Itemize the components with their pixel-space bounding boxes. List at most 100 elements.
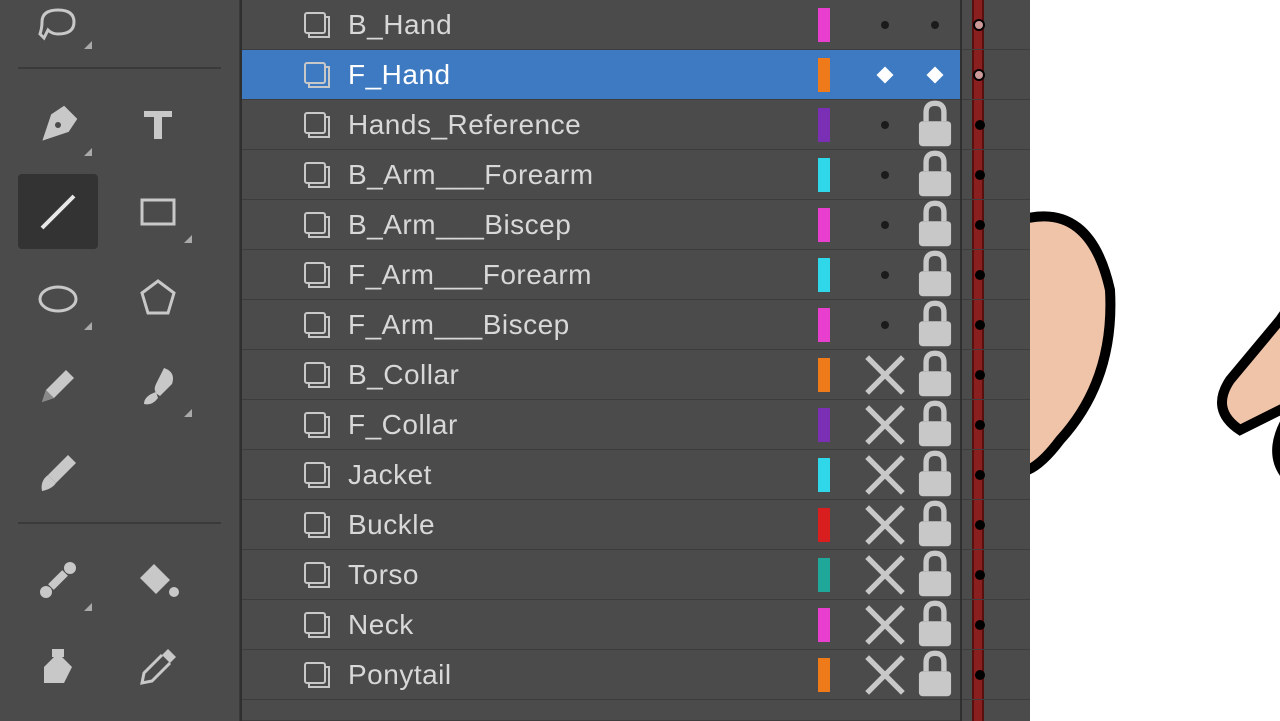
- layer-color-swatch[interactable]: [818, 658, 830, 692]
- paint-bucket-tool[interactable]: [118, 542, 198, 617]
- layer-row[interactable]: Buckle: [242, 500, 960, 550]
- layer-type-icon: [302, 260, 332, 290]
- layer-visibility-toggle[interactable]: [860, 150, 910, 200]
- layer-lock-toggle[interactable]: [910, 350, 960, 400]
- layer-visibility-toggle[interactable]: [860, 300, 910, 350]
- frame-cell[interactable]: [962, 250, 1030, 300]
- layer-color-swatch[interactable]: [818, 8, 830, 42]
- layer-row[interactable]: F_Collar: [242, 400, 960, 450]
- pen-tool[interactable]: [18, 87, 98, 162]
- layer-row[interactable]: B_Arm___Forearm: [242, 150, 960, 200]
- layer-lock-toggle[interactable]: [910, 250, 960, 300]
- frame-cell[interactable]: [962, 100, 1030, 150]
- layer-color-swatch[interactable]: [818, 308, 830, 342]
- frame-cell[interactable]: [962, 450, 1030, 500]
- layer-name-label: Ponytail: [348, 659, 818, 691]
- layer-color-swatch[interactable]: [818, 408, 830, 442]
- layer-lock-toggle[interactable]: [910, 550, 960, 600]
- frame-cell[interactable]: [962, 550, 1030, 600]
- text-tool[interactable]: [118, 87, 198, 162]
- frame-gutter: [960, 0, 1030, 721]
- layer-color-swatch[interactable]: [818, 608, 830, 642]
- layer-name-label: B_Arm___Forearm: [348, 159, 818, 191]
- bone-tool[interactable]: [18, 542, 98, 617]
- frame-cell[interactable]: [962, 50, 1030, 100]
- layer-row[interactable]: F_Arm___Biscep: [242, 300, 960, 350]
- layer-row[interactable]: Jacket: [242, 450, 960, 500]
- oval-tool[interactable]: [18, 261, 98, 336]
- frame-cell[interactable]: [962, 400, 1030, 450]
- frame-cell[interactable]: [962, 600, 1030, 650]
- layer-visibility-toggle[interactable]: [860, 250, 910, 300]
- layer-visibility-toggle[interactable]: [860, 500, 910, 550]
- layer-name-label: F_Collar: [348, 409, 818, 441]
- layer-color-swatch[interactable]: [818, 358, 830, 392]
- layer-lock-toggle[interactable]: [910, 600, 960, 650]
- layer-type-icon: [302, 360, 332, 390]
- layer-row[interactable]: Ponytail: [242, 650, 960, 700]
- layer-lock-toggle[interactable]: [910, 50, 960, 100]
- layer-color-swatch[interactable]: [818, 558, 830, 592]
- layer-list: B_HandF_HandHands_Reference B_Arm___Forea…: [242, 0, 960, 721]
- frame-cell[interactable]: [962, 500, 1030, 550]
- layer-lock-toggle[interactable]: [910, 650, 960, 700]
- layer-lock-toggle[interactable]: [910, 500, 960, 550]
- layer-lock-toggle[interactable]: [910, 200, 960, 250]
- layer-row[interactable]: F_Hand: [242, 50, 960, 100]
- frame-cell[interactable]: [962, 200, 1030, 250]
- brush-tool[interactable]: [118, 348, 198, 423]
- frame-cell[interactable]: [962, 650, 1030, 700]
- layer-lock-toggle[interactable]: [910, 300, 960, 350]
- layer-visibility-toggle[interactable]: [860, 200, 910, 250]
- layer-visibility-toggle[interactable]: [860, 550, 910, 600]
- layer-name-label: Neck: [348, 609, 818, 641]
- layer-row[interactable]: Neck: [242, 600, 960, 650]
- layer-color-swatch[interactable]: [818, 208, 830, 242]
- layer-color-swatch[interactable]: [818, 458, 830, 492]
- layer-type-icon: [302, 10, 332, 40]
- layer-type-icon: [302, 60, 332, 90]
- layer-row[interactable]: B_Arm___Biscep: [242, 200, 960, 250]
- layer-visibility-toggle[interactable]: [860, 600, 910, 650]
- layer-color-swatch[interactable]: [818, 508, 830, 542]
- layer-row[interactable]: F_Arm___Forearm: [242, 250, 960, 300]
- line-tool[interactable]: [18, 174, 98, 249]
- layer-lock-toggle[interactable]: [910, 400, 960, 450]
- layer-row[interactable]: B_Collar: [242, 350, 960, 400]
- layer-visibility-toggle[interactable]: [860, 350, 910, 400]
- layer-visibility-toggle[interactable]: [860, 50, 910, 100]
- layer-visibility-toggle[interactable]: [860, 400, 910, 450]
- layer-visibility-toggle[interactable]: [860, 0, 910, 50]
- eraser-tool[interactable]: [18, 716, 98, 721]
- layer-row[interactable]: Hands_Reference: [242, 100, 960, 150]
- frame-cell[interactable]: [962, 150, 1030, 200]
- drawing-shape-hand: [1140, 230, 1280, 721]
- layer-visibility-toggle[interactable]: [860, 450, 910, 500]
- eyedropper-tool[interactable]: [118, 629, 198, 704]
- lasso-tool[interactable]: [18, 0, 98, 55]
- frame-cell[interactable]: [962, 300, 1030, 350]
- frame-cell[interactable]: [962, 0, 1030, 50]
- rectangle-tool[interactable]: [118, 174, 198, 249]
- layer-visibility-toggle[interactable]: [860, 650, 910, 700]
- layer-name-label: Jacket: [348, 459, 818, 491]
- canvas-stage[interactable]: [1030, 0, 1280, 721]
- polygon-tool[interactable]: [118, 261, 198, 336]
- frame-cell[interactable]: [962, 350, 1030, 400]
- layer-lock-toggle[interactable]: [910, 100, 960, 150]
- layer-lock-toggle[interactable]: [910, 0, 960, 50]
- layer-color-swatch[interactable]: [818, 58, 830, 92]
- layer-row[interactable]: B_Hand: [242, 0, 960, 50]
- ink-bottle-tool[interactable]: [18, 629, 98, 704]
- layer-lock-toggle[interactable]: [910, 450, 960, 500]
- layer-color-swatch[interactable]: [818, 108, 830, 142]
- layer-color-swatch[interactable]: [818, 258, 830, 292]
- pencil-tool[interactable]: [18, 348, 98, 423]
- layer-lock-toggle[interactable]: [910, 150, 960, 200]
- layer-visibility-toggle[interactable]: [860, 100, 910, 150]
- paint-brush-tool[interactable]: [18, 435, 98, 510]
- layer-name-label: B_Arm___Biscep: [348, 209, 818, 241]
- layer-color-swatch[interactable]: [818, 158, 830, 192]
- width-tool[interactable]: [118, 716, 198, 721]
- layer-row[interactable]: Torso: [242, 550, 960, 600]
